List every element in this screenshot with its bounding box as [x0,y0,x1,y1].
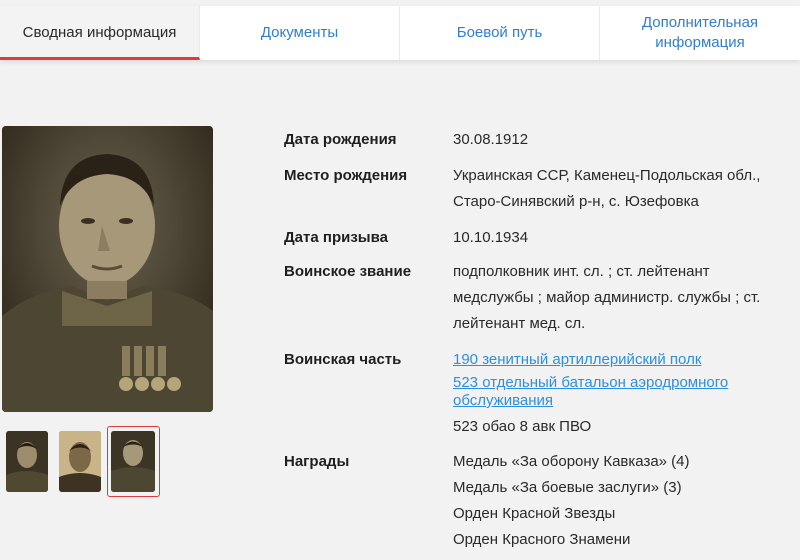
award-item: Орден Красного Знамени [453,531,631,548]
tab-summary[interactable]: Сводная информация [0,6,200,60]
unit-link-190-aa-regiment[interactable]: 190 зенитный артиллерийский полк [453,350,701,370]
birth-place-line-2: Старо-Синявский р-н, с. Юзефовка [453,193,699,210]
tab-additional-info-label: Дополнительная информация [641,14,759,51]
birth-date-label: Дата рождения [284,131,397,148]
tab-additional-info[interactable]: Дополнительная информация [600,6,800,60]
draft-date-label: Дата призыва [284,229,388,246]
unit-label: Воинская часть [284,351,402,368]
tab-combat-path[interactable]: Боевой путь [400,6,600,60]
birth-date-value: 30.08.1912 [453,131,529,148]
award-item: Медаль «За оборону Кавказа» (4) [453,453,690,470]
tab-documents[interactable]: Документы [200,6,400,60]
main-portrait-photo[interactable] [2,126,213,412]
award-item: Орден Красной Звезды [453,505,616,522]
rank-line-3: лейтенант мед. сл. [453,315,586,332]
draft-date-value: 10.10.1934 [453,229,529,246]
photo-thumbnail-2[interactable] [59,431,101,492]
thumbnail-image [6,431,48,492]
birth-place-label: Место рождения [284,167,408,184]
thumbnail-image [111,431,155,492]
unit-link-523-battalion-line-2[interactable]: обслуживания [453,391,553,411]
tab-bar: Сводная информация Документы Боевой путь… [0,6,800,60]
unit-link-523-battalion-line-1[interactable]: 523 отдельный батальон аэродромного [453,373,728,393]
rank-line-2: медслужбы ; майор администр. службы ; ст… [453,289,761,306]
award-item: Медаль «За боевые заслуги» (3) [453,479,682,496]
photo-thumbnail-1[interactable] [6,431,48,492]
unit-text: 523 обао 8 авк ПВО [453,418,592,435]
portrait-image [2,126,213,412]
photo-thumbnail-3[interactable] [111,431,155,492]
thumbnail-image [59,431,101,492]
rank-line-1: подполковник инт. сл. ; ст. лейтенант [453,263,710,280]
awards-label: Награды [284,453,350,470]
rank-label: Воинское звание [284,263,412,280]
birth-place-line-1: Украинская ССР, Каменец-Подольская обл., [453,167,761,184]
